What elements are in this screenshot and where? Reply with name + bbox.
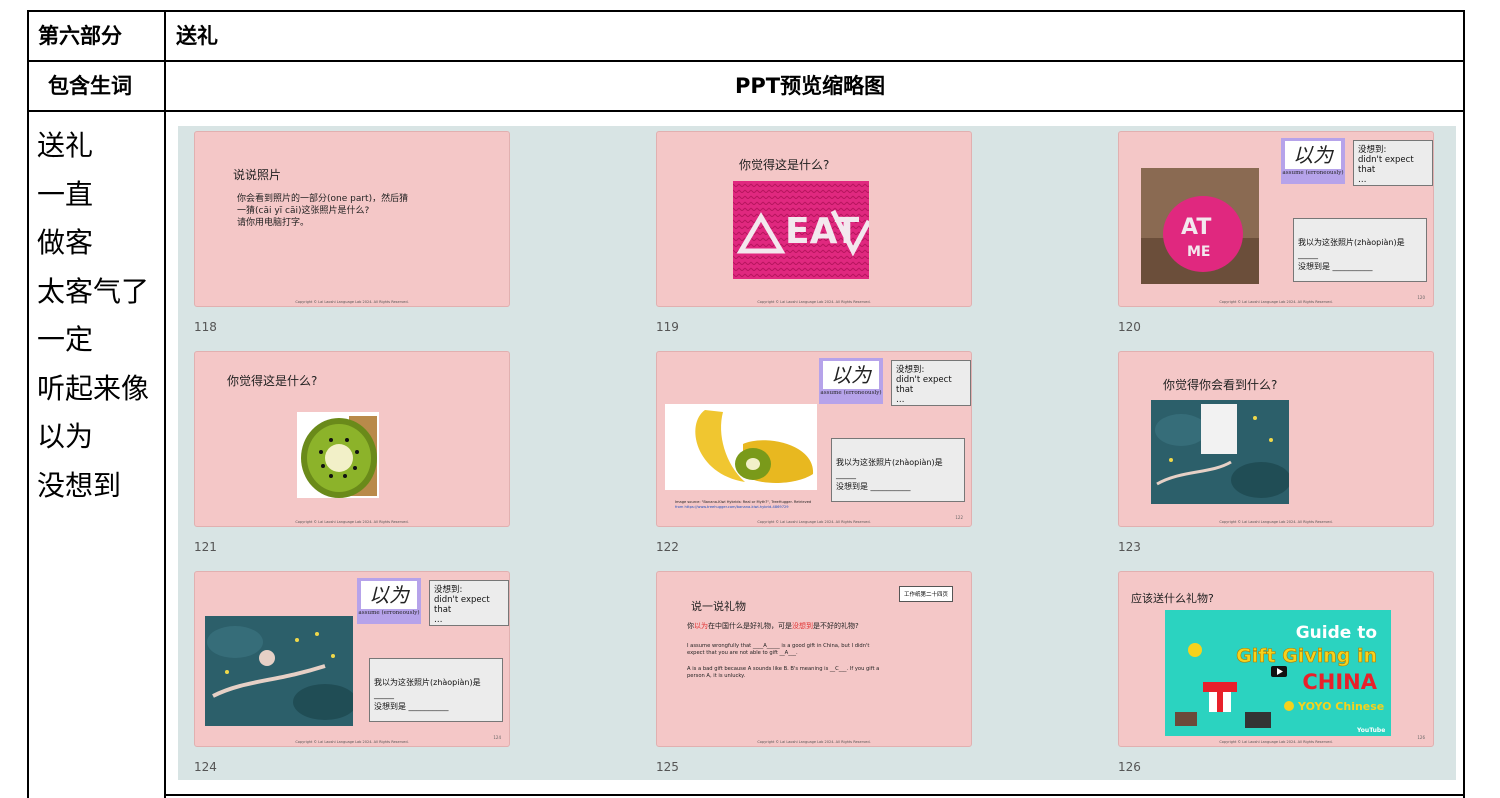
svg-text:Guide to: Guide to: [1296, 623, 1377, 643]
slide-question: 你以为在中国什么是好礼物，可是没想到是不好的礼物?: [687, 622, 859, 630]
vocab-item: 一直: [37, 177, 94, 211]
vocab-item: 听起来像: [37, 371, 150, 405]
yiwei-word: 以为: [1293, 143, 1333, 167]
pink-knit-hat-image: EAT: [733, 181, 869, 279]
svg-text:CHINA: CHINA: [1302, 670, 1377, 694]
kiwi-graphic: [301, 416, 377, 498]
table-border-col: [164, 10, 166, 798]
slide-title: 应该送什么礼物?: [1131, 592, 1214, 605]
slide-title: 你觉得这是什么?: [227, 374, 318, 388]
svg-text:YouTube: YouTube: [1356, 727, 1385, 734]
slide-number: 126: [1118, 760, 1141, 774]
yiwei-vocab-card: 以为 assume (erroneously): [1281, 138, 1345, 184]
slide-thumbnail[interactable]: Image source: "Banana-Kiwi Hybrids: Real…: [656, 351, 972, 527]
underwater-snorkeler-image: [205, 616, 353, 726]
slide-thumbnail[interactable]: 你觉得这是什么? Copyright © Lai Laoshi Language…: [194, 351, 510, 527]
slide-title: 说一说礼物: [691, 600, 746, 613]
slide-copyright: Copyright © Lai Laoshi Language Lab 2024…: [295, 740, 409, 744]
slide-copyright: Copyright © Lai Laoshi Language Lab 2024…: [295, 520, 409, 524]
slide-title: 说说照片: [233, 168, 282, 182]
fill-in-sentence-box: 我以为这张照片(zhàopiàn)是 _____ 没想到是 __________: [831, 438, 965, 502]
vocab-item: 以为: [37, 420, 94, 453]
section-title: 送礼: [176, 24, 218, 48]
slide-thumbnail[interactable]: 以为 assume (erroneously) 没想到: didn't expe…: [194, 571, 510, 747]
slide-copyright: Copyright © Lai Laoshi Language Lab 2024…: [295, 300, 409, 304]
slide-thumbnail[interactable]: 说一说礼物 工作纸第二十四页 你以为在中国什么是好礼物，可是没想到是不好的礼物?…: [656, 571, 972, 747]
underwater-graphic: [1151, 400, 1289, 504]
fill-in-sentence-box: 我以为这张照片(zhàopiàn)是 _____ 没想到是 __________: [369, 658, 503, 722]
yiwei-meaning: assume (erroneously): [358, 610, 420, 616]
apple-knit-cover-image: AT ME: [1141, 168, 1259, 284]
knit-hat-graphic: EAT: [733, 181, 869, 279]
slide-number: 125: [656, 760, 679, 774]
apple-knit-graphic: AT ME: [1141, 168, 1259, 284]
slide-body-line: 一猜(cāi yī cāi)这张照片是什么?: [237, 206, 370, 216]
table-border-top: [27, 10, 1465, 12]
slide-english-line: expect that you are not able to gift __A…: [687, 650, 798, 656]
slide-copyright: Copyright © Lai Laoshi Language Lab 2024…: [757, 300, 871, 304]
yiwei-meaning: assume (erroneously): [820, 390, 882, 396]
slide-number: 120: [1118, 320, 1141, 334]
slide-thumbnail[interactable]: 应该送什么礼物? Guide to Gift Giving in CHINA Y…: [1118, 571, 1434, 747]
svg-text:ME: ME: [1187, 244, 1211, 260]
yiwei-vocab-card: 以为 assume (erroneously): [357, 578, 421, 624]
table-border-right: [1463, 10, 1465, 798]
kiwi-image: [297, 412, 379, 498]
underwater-photo-covered: [1151, 400, 1289, 504]
slide-thumbnail[interactable]: 说说照片 你会看到照片的一部分(one part)，然后猜 一猜(cāi yī …: [194, 131, 510, 307]
table-border-row1: [27, 60, 1465, 62]
slide-thumbnail[interactable]: 你觉得你会看到什么? Copyright © Lai Laoshi Langua…: [1118, 351, 1434, 527]
yiwei-word: 以为: [369, 583, 409, 607]
vocab-item: 做客: [37, 226, 94, 259]
video-thumbnail-graphic: Guide to Gift Giving in CHINA YOYO Chine…: [1165, 610, 1391, 736]
vocab-header: 包含生词: [48, 74, 132, 98]
slide-copyright: Copyright © Lai Laoshi Language Lab 2024…: [757, 520, 871, 524]
slide-copyright: Copyright © Lai Laoshi Language Lab 2024…: [1219, 520, 1333, 524]
svg-text:AT: AT: [1181, 215, 1211, 240]
yiwei-vocab-card: 以为 assume (erroneously): [819, 358, 883, 404]
underwater-graphic: [205, 616, 353, 726]
vocab-item: 送礼: [37, 129, 94, 162]
slide-copyright: Copyright © Lai Laoshi Language Lab 2024…: [1219, 300, 1333, 304]
slide-body-line: 你会看到照片的一部分(one part)，然后猜: [237, 194, 409, 204]
slide-thumbnail-grid: 说说照片 你会看到照片的一部分(one part)，然后猜 一猜(cāi yī …: [178, 126, 1456, 780]
svg-text:Gift Giving in: Gift Giving in: [1236, 645, 1377, 667]
yiwei-meaning: assume (erroneously): [1282, 170, 1344, 176]
vocab-item: 没想到: [37, 468, 122, 502]
slide-number: 118: [194, 320, 217, 334]
fill-in-sentence-box: 我以为这张照片(zhàopiàn)是 _____ 没想到是 __________: [1293, 218, 1427, 282]
table-border-row2: [27, 110, 1465, 112]
slide-title: 你觉得这是什么?: [739, 158, 830, 172]
meixiangdao-note: 没想到: didn't expect that …: [429, 580, 509, 626]
slide-number: 124: [194, 760, 217, 774]
banana-kiwi-graphic: [695, 410, 814, 483]
vocab-item: 一定: [37, 323, 94, 356]
yiwei-word: 以为: [831, 363, 871, 387]
slide-english-line: person A, it is unlucky.: [687, 673, 746, 679]
section-label: 第六部分: [38, 24, 122, 48]
slide-body-line: 请你用电脑打字。: [237, 218, 310, 228]
slide-number: 123: [1118, 540, 1141, 554]
table-border-left: [27, 10, 29, 798]
slide-copyright: Copyright © Lai Laoshi Language Lab 2024…: [757, 740, 871, 744]
slide-copyright: Copyright © Lai Laoshi Language Lab 2024…: [1219, 740, 1333, 744]
meixiangdao-note: 没想到: didn't expect that …: [891, 360, 971, 406]
vocab-list: 送礼 一直 做客 太客气了 一定 听起来像 以为 没想到: [37, 122, 149, 510]
table-border-bottom-partial: [164, 794, 1465, 796]
ppt-preview-header: PPT预览缩略图: [735, 74, 886, 98]
svg-text:YOYO Chinese: YOYO Chinese: [1297, 700, 1384, 713]
slide-number: 121: [194, 540, 217, 554]
slide-number: 119: [656, 320, 679, 334]
video-thumbnail[interactable]: Guide to Gift Giving in CHINA YOYO Chine…: [1165, 610, 1391, 736]
meixiangdao-note: 没想到: didn't expect that …: [1353, 140, 1433, 186]
slide-thumbnail[interactable]: AT ME 以为 assume (erroneously) 没想到: didn'…: [1118, 131, 1434, 307]
slide-number: 122: [656, 540, 679, 554]
banana-kiwi-image: [665, 404, 817, 490]
slide-thumbnail[interactable]: 你觉得这是什么? EAT Copyright © Lai Laoshi Lang…: [656, 131, 972, 307]
worksheet-reference: 工作纸第二十四页: [899, 586, 954, 602]
vocab-item: 太客气了: [37, 274, 150, 308]
slide-title: 你觉得你会看到什么?: [1163, 378, 1278, 392]
image-source-line: from https://www.treehugger.com/banana-k…: [675, 505, 789, 509]
